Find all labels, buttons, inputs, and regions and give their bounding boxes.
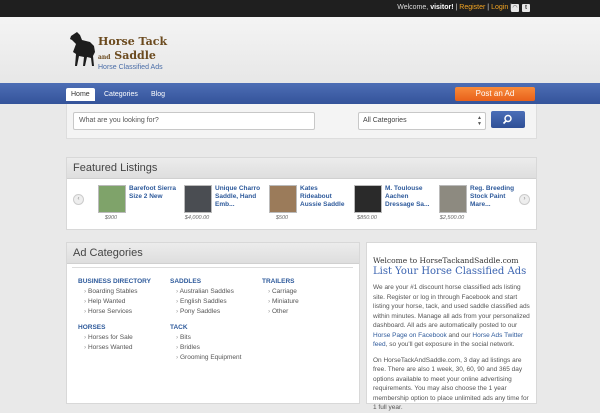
welcome-headline: List Your Horse Classified Ads bbox=[373, 266, 527, 277]
paragraph-text: We are your #1 discount horse classified… bbox=[373, 284, 530, 329]
top-bar: Welcome, visitor! | Register | Login | ◠… bbox=[0, 0, 600, 17]
featured-listing[interactable]: Kates Rideabout Aussie Saddle $500 bbox=[269, 185, 349, 227]
register-link[interactable]: Register bbox=[459, 4, 485, 11]
listing-thumbnail[interactable] bbox=[439, 185, 467, 213]
category-heading[interactable]: HORSES bbox=[78, 324, 164, 331]
logo-title-line1: Horse Tack bbox=[98, 35, 168, 48]
panel-header: Featured Listings bbox=[67, 158, 536, 179]
panel-header: Ad Categories bbox=[67, 243, 359, 264]
rss-icon[interactable]: ◠ bbox=[511, 4, 519, 12]
featured-listing[interactable]: Reg. Breeding Stock Paint Mare... $2,500… bbox=[439, 185, 519, 227]
logo-title-line2: and Saddle bbox=[98, 49, 156, 62]
username: visitor! bbox=[430, 4, 454, 11]
categories-grid: BUSINESS DIRECTORY Boarding Stables Help… bbox=[72, 267, 353, 408]
listing-price: $900 bbox=[104, 215, 118, 221]
welcome-content: Welcome to HorseTackandSaddle.com List Y… bbox=[373, 256, 533, 413]
ad-categories-title: Ad Categories bbox=[73, 247, 143, 259]
category-link[interactable]: Bits bbox=[170, 334, 256, 341]
search-button[interactable] bbox=[491, 111, 525, 128]
featured-title: Featured Listings bbox=[73, 162, 158, 174]
welcome-paragraph: We are your #1 discount horse classified… bbox=[373, 283, 533, 350]
category-select-value: All Categories bbox=[363, 117, 407, 124]
listing-thumbnail[interactable] bbox=[269, 185, 297, 213]
logo-and: and bbox=[98, 54, 111, 61]
listing-thumbnail[interactable] bbox=[98, 185, 126, 213]
logo-tagline: Horse Classified Ads bbox=[98, 64, 163, 71]
category-heading[interactable]: BUSINESS DIRECTORY bbox=[78, 278, 164, 285]
category-heading[interactable]: TACK bbox=[170, 324, 256, 331]
category-heading[interactable]: SADDLES bbox=[170, 278, 256, 285]
nav-categories[interactable]: Categories bbox=[99, 88, 143, 101]
listing-title[interactable]: Reg. Breeding Stock Paint Mare... bbox=[470, 185, 520, 209]
category-link[interactable]: English Saddles bbox=[170, 298, 256, 305]
category-link[interactable]: Carriage bbox=[262, 288, 348, 295]
featured-listing[interactable]: Barefoot Sierra Size 2 New $900 bbox=[98, 185, 178, 227]
separator: | bbox=[455, 4, 458, 11]
login-link[interactable]: Login bbox=[491, 4, 508, 11]
listing-thumbnail[interactable] bbox=[184, 185, 212, 213]
category-link[interactable]: Australian Saddles bbox=[170, 288, 256, 295]
next-arrow-icon[interactable]: › bbox=[519, 194, 530, 205]
welcome-title: Welcome to HorseTackandSaddle.com bbox=[373, 256, 519, 265]
category-select[interactable]: All Categories ▲ ▼ bbox=[358, 112, 486, 130]
category-link[interactable]: Horses for Sale bbox=[78, 334, 164, 341]
welcome-panel: Welcome to HorseTackandSaddle.com List Y… bbox=[366, 242, 537, 411]
nav-blog[interactable]: Blog bbox=[146, 88, 170, 101]
category-heading[interactable]: TRAILERS bbox=[262, 278, 348, 285]
featured-listing[interactable]: Unique Charro Saddle, Hand Emb... $4,000… bbox=[184, 185, 264, 227]
post-ad-button[interactable]: Post an Ad bbox=[455, 87, 535, 101]
prev-arrow-icon[interactable]: ‹ bbox=[73, 194, 84, 205]
ad-categories-panel: Ad Categories BUSINESS DIRECTORY Boardin… bbox=[66, 242, 360, 404]
select-arrows-icon: ▲ ▼ bbox=[477, 115, 482, 127]
category-link[interactable]: Boarding Stables bbox=[78, 288, 164, 295]
category-column: SADDLES Australian Saddles English Saddl… bbox=[170, 278, 256, 364]
horse-logo-icon bbox=[70, 32, 95, 66]
featured-listings-panel: Featured Listings ‹ › Barefoot Sierra Si… bbox=[66, 157, 537, 230]
category-link[interactable]: Horse Services bbox=[78, 308, 164, 315]
separator: | bbox=[487, 4, 490, 11]
listing-title[interactable]: Unique Charro Saddle, Hand Emb... bbox=[215, 185, 265, 209]
listing-price: $2,500.00 bbox=[439, 215, 465, 221]
site-header: Horse Tack and Saddle Horse Classified A… bbox=[0, 17, 600, 83]
twitter-icon[interactable]: t bbox=[522, 4, 530, 12]
listing-title[interactable]: Kates Rideabout Aussie Saddle bbox=[300, 185, 350, 209]
category-column: TRAILERS Carriage Miniature Other bbox=[262, 278, 348, 318]
nav-home[interactable]: Home bbox=[66, 88, 95, 101]
category-link[interactable]: Bridles bbox=[170, 344, 256, 351]
welcome-paragraph-2: On HorseTackAndSaddle.com, 3 day ad list… bbox=[373, 356, 529, 412]
category-link[interactable]: Grooming Equipment bbox=[170, 354, 256, 361]
category-link[interactable]: Other bbox=[262, 308, 348, 315]
featured-listing[interactable]: M. Toulouse Aachen Dressage Sa... $850.0… bbox=[354, 185, 434, 227]
listing-title[interactable]: M. Toulouse Aachen Dressage Sa... bbox=[385, 185, 435, 209]
logo-saddle: Saddle bbox=[114, 49, 156, 62]
category-link[interactable]: Help Wanted bbox=[78, 298, 164, 305]
listing-price: $850.00 bbox=[357, 215, 377, 221]
category-link[interactable]: Miniature bbox=[262, 298, 348, 305]
paragraph-text: , so you'll get exposure in the social n… bbox=[385, 341, 515, 348]
category-column: BUSINESS DIRECTORY Boarding Stables Help… bbox=[78, 278, 164, 354]
search-bar: What are you looking for? All Categories… bbox=[66, 104, 537, 139]
listing-price: $4,000.00 bbox=[184, 215, 210, 221]
welcome-label: Welcome, bbox=[397, 4, 429, 11]
paragraph-text: and our bbox=[446, 331, 473, 339]
category-link[interactable]: Horses Wanted bbox=[78, 344, 164, 351]
welcome-text: Welcome, visitor! | Register | Login | bbox=[397, 4, 512, 11]
search-icon bbox=[502, 114, 512, 125]
listing-thumbnail[interactable] bbox=[354, 185, 382, 213]
search-input[interactable]: What are you looking for? bbox=[73, 112, 315, 130]
category-link[interactable]: Pony Saddles bbox=[170, 308, 256, 315]
listing-title[interactable]: Barefoot Sierra Size 2 New bbox=[129, 185, 179, 201]
listing-price: $500 bbox=[275, 215, 289, 221]
facebook-page-link[interactable]: Horse Page on Facebook bbox=[373, 332, 447, 339]
